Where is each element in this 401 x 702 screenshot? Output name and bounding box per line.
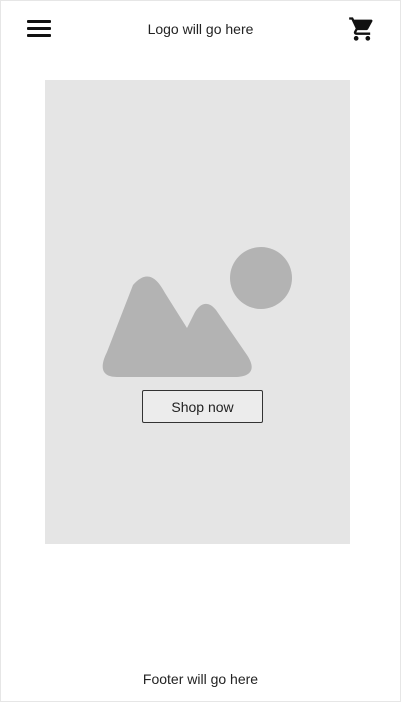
footer-placeholder: Footer will go here (142, 671, 259, 687)
shopping-cart-icon[interactable] (348, 15, 376, 43)
logo-placeholder[interactable]: Logo will go here (1, 21, 400, 37)
page-frame: Logo will go here Shop now Footer will g… (0, 0, 401, 702)
image-placeholder-icon (102, 247, 292, 377)
shop-now-button[interactable]: Shop now (142, 390, 263, 423)
hero-banner[interactable]: Shop now (45, 80, 350, 544)
